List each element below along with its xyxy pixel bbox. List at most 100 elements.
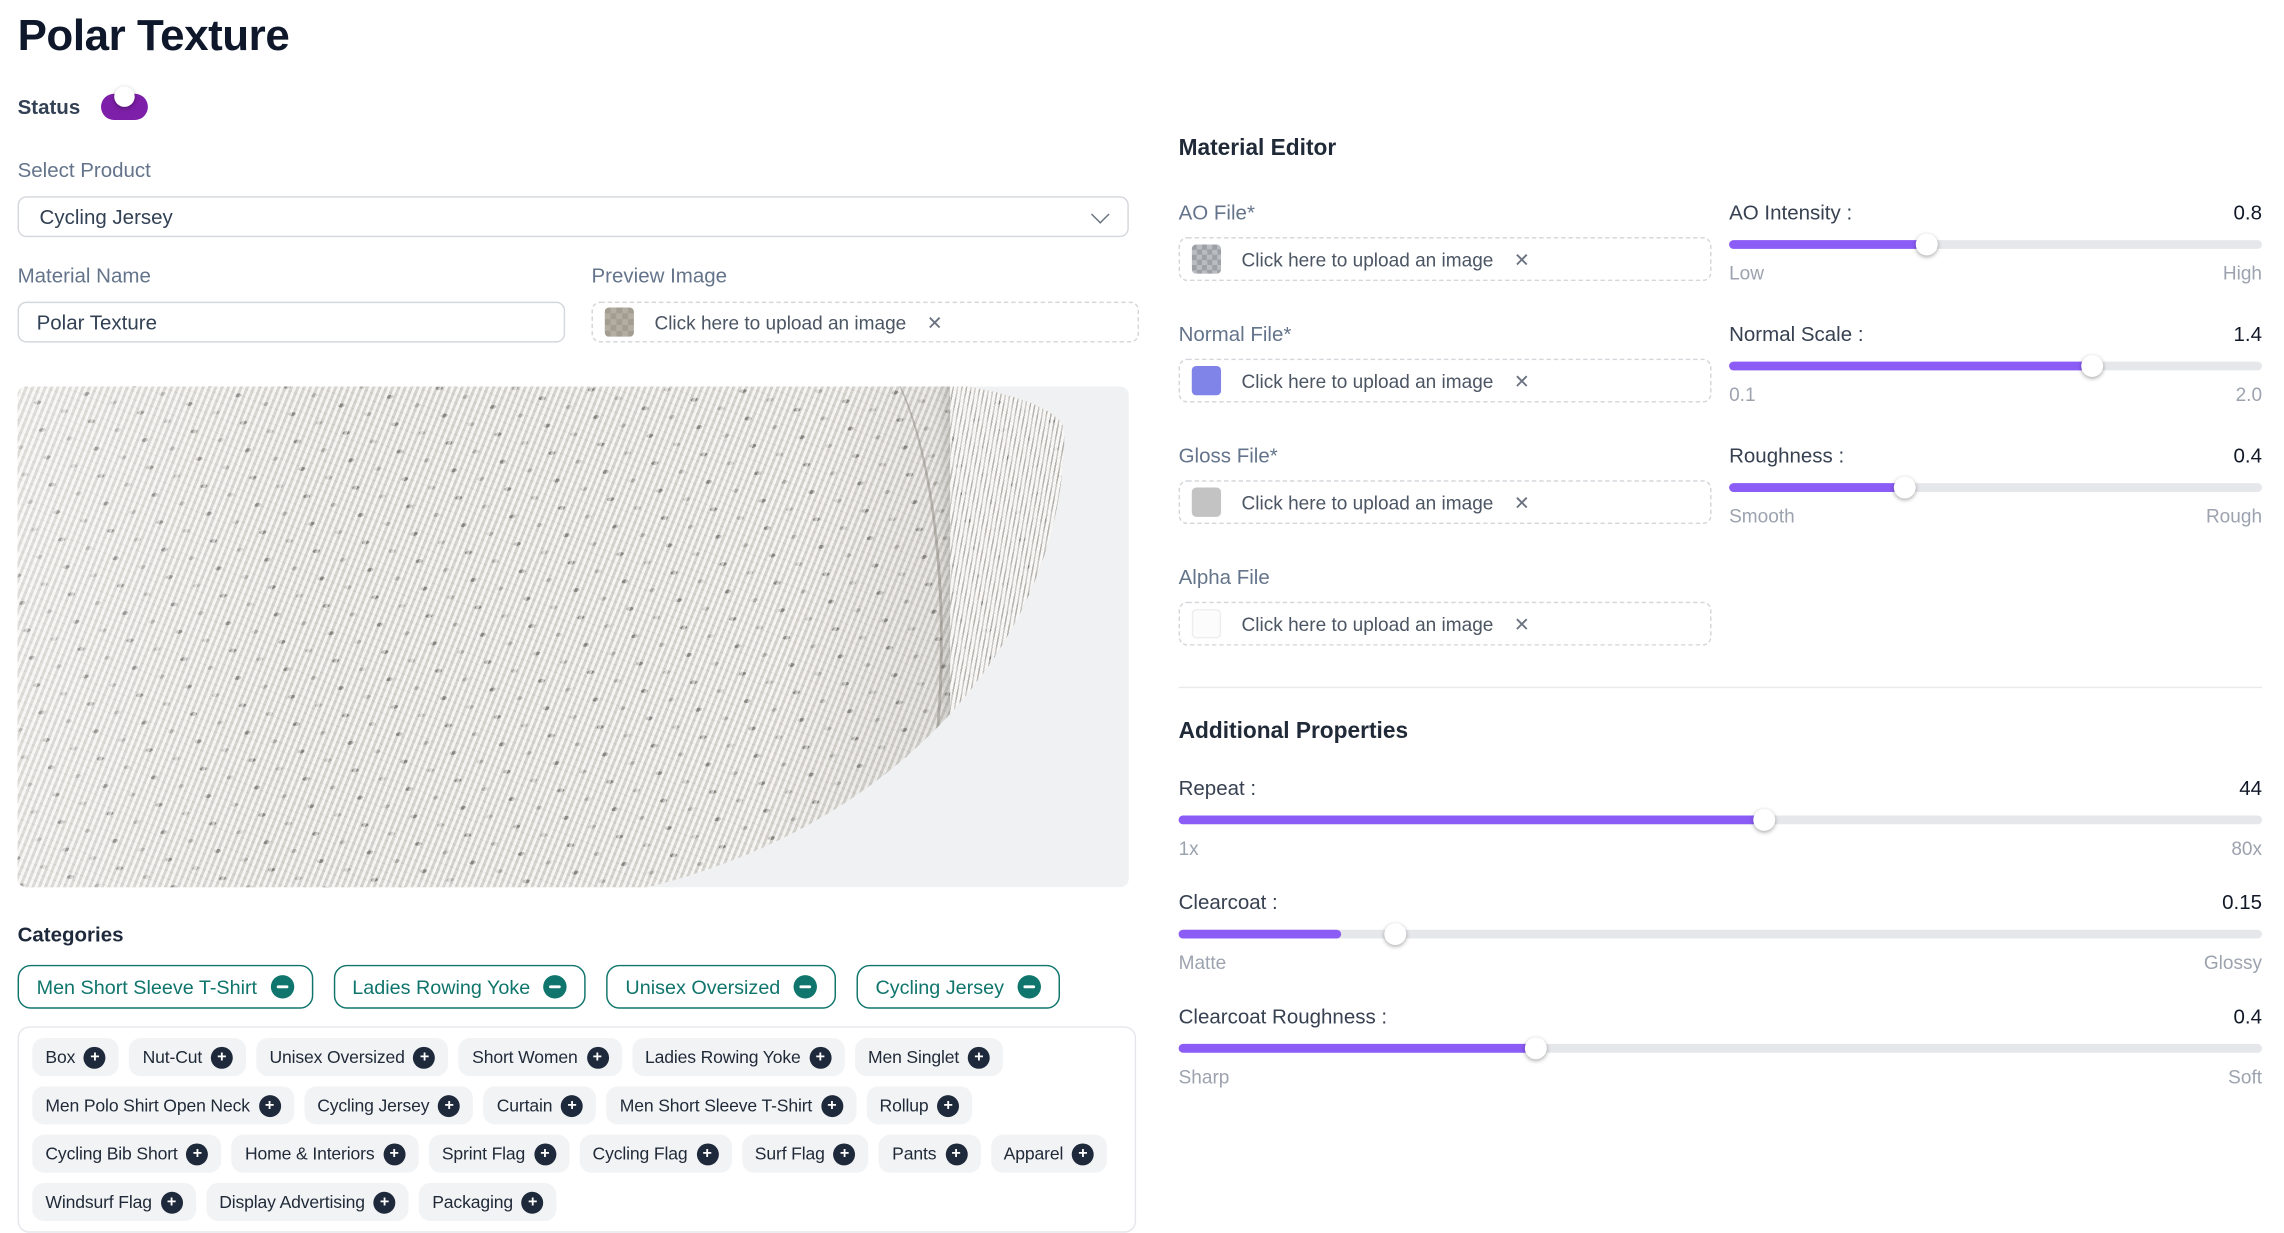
slider-head: Roughness :0.4 bbox=[1729, 444, 2262, 467]
close-icon[interactable]: ✕ bbox=[1514, 493, 1530, 512]
slider-fill bbox=[1729, 483, 1905, 492]
close-icon[interactable]: ✕ bbox=[927, 313, 943, 332]
file-upload-box[interactable]: Click here to upload an image✕ bbox=[1179, 480, 1712, 524]
minus-icon[interactable] bbox=[1017, 975, 1040, 998]
section-divider bbox=[1179, 687, 2262, 688]
plus-icon[interactable]: + bbox=[186, 1143, 208, 1165]
available-category-chip[interactable]: Cycling Bib Short+ bbox=[32, 1135, 221, 1173]
slider-track[interactable] bbox=[1179, 816, 2262, 825]
slider: Roughness :0.4SmoothRough bbox=[1729, 444, 2262, 527]
available-category-chip[interactable]: Curtain + bbox=[484, 1086, 597, 1124]
slider-head: Clearcoat Roughness :0.4 bbox=[1179, 1004, 2262, 1027]
selected-category-chip[interactable]: Ladies Rowing Yoke bbox=[333, 965, 586, 1009]
close-icon[interactable]: ✕ bbox=[1514, 614, 1530, 633]
slider-min-label: Low bbox=[1729, 262, 1764, 284]
material-name-input[interactable]: Polar Texture bbox=[18, 302, 566, 343]
plus-icon[interactable]: + bbox=[696, 1143, 718, 1165]
available-category-chip[interactable]: Packaging+ bbox=[419, 1183, 557, 1221]
available-category-chip[interactable]: Cycling Jersey + bbox=[304, 1086, 473, 1124]
chip-label: Cycling Jersey bbox=[317, 1095, 429, 1115]
plus-icon[interactable]: + bbox=[414, 1046, 436, 1068]
preview-thumbnail bbox=[605, 307, 634, 336]
slider-knob[interactable] bbox=[1525, 1037, 1547, 1059]
plus-icon[interactable]: + bbox=[259, 1094, 281, 1116]
minus-icon[interactable] bbox=[270, 975, 293, 998]
available-category-chip[interactable]: Sprint Flag+ bbox=[429, 1135, 569, 1173]
plus-icon[interactable]: + bbox=[809, 1046, 831, 1068]
plus-icon[interactable]: + bbox=[534, 1143, 556, 1165]
close-icon[interactable]: ✕ bbox=[1514, 371, 1530, 390]
slider-min-label: 1x bbox=[1179, 837, 1199, 859]
file-upload-box[interactable]: Click here to upload an image✕ bbox=[1179, 237, 1712, 281]
slider-knob[interactable] bbox=[1894, 477, 1916, 499]
slider-track[interactable] bbox=[1729, 240, 2262, 249]
plus-icon[interactable]: + bbox=[383, 1143, 405, 1165]
plus-icon[interactable]: + bbox=[561, 1094, 583, 1116]
selected-category-chip[interactable]: Men Short Sleeve T-Shirt bbox=[18, 965, 313, 1009]
material-file-row: AO File*Click here to upload an image✕ AO… bbox=[1179, 201, 2262, 284]
plus-icon[interactable]: + bbox=[1072, 1143, 1094, 1165]
plus-icon[interactable]: + bbox=[161, 1191, 183, 1213]
slider-label: Clearcoat Roughness : bbox=[1179, 1004, 1388, 1027]
plus-icon[interactable]: + bbox=[945, 1143, 967, 1165]
slider-knob[interactable] bbox=[1753, 809, 1775, 831]
available-category-chip[interactable]: Pants+ bbox=[879, 1135, 980, 1173]
slider-value: 44 bbox=[2239, 776, 2262, 799]
available-category-chip[interactable]: Windsurf Flag+ bbox=[32, 1183, 196, 1221]
slider-track[interactable] bbox=[1179, 1044, 2262, 1053]
status-toggle[interactable] bbox=[101, 94, 148, 120]
plus-icon[interactable]: + bbox=[374, 1191, 396, 1213]
chip-label: Curtain bbox=[497, 1095, 553, 1115]
selected-category-chip[interactable]: Unisex Oversized bbox=[606, 965, 836, 1009]
slider-knob[interactable] bbox=[2081, 355, 2103, 377]
plus-icon[interactable]: + bbox=[438, 1094, 460, 1116]
available-category-chip[interactable]: Nut-Cut + bbox=[129, 1038, 246, 1076]
available-category-chip[interactable]: Men Singlet+ bbox=[855, 1038, 1003, 1076]
plus-icon[interactable]: + bbox=[522, 1191, 544, 1213]
product-select[interactable]: Cycling Jersey bbox=[18, 196, 1129, 237]
slider-track[interactable] bbox=[1179, 930, 2262, 939]
available-category-chip[interactable]: Short Women+ bbox=[459, 1038, 622, 1076]
chip-label: Cycling Jersey bbox=[875, 976, 1004, 998]
available-category-chip[interactable]: Men Short Sleeve T-Shirt+ bbox=[607, 1086, 857, 1124]
available-category-chip[interactable]: Rollup+ bbox=[866, 1086, 972, 1124]
page: Polar Texture Status Select Product Cycl… bbox=[0, 0, 2284, 1141]
upload-column: AO File*Click here to upload an image✕ bbox=[1179, 201, 1712, 284]
plus-icon[interactable]: + bbox=[834, 1143, 856, 1165]
available-category-chip[interactable]: Apparel+ bbox=[991, 1135, 1108, 1173]
plus-icon[interactable]: + bbox=[968, 1046, 990, 1068]
slider-fill bbox=[1179, 816, 1764, 825]
chip-label: Nut-Cut bbox=[143, 1047, 203, 1067]
preview-image-upload[interactable]: Click here to upload an image ✕ bbox=[591, 302, 1139, 343]
plus-icon[interactable]: + bbox=[821, 1094, 843, 1116]
available-category-chip[interactable]: Home & Interiors+ bbox=[232, 1135, 419, 1173]
minus-icon[interactable] bbox=[793, 975, 816, 998]
plus-icon[interactable]: + bbox=[586, 1046, 608, 1068]
close-icon[interactable]: ✕ bbox=[1514, 250, 1530, 269]
plus-icon[interactable]: + bbox=[937, 1094, 959, 1116]
available-category-chip[interactable]: Display Advertising+ bbox=[206, 1183, 409, 1221]
file-upload-box[interactable]: Click here to upload an image✕ bbox=[1179, 602, 1712, 646]
name-preview-row: Material Name Polar Texture Preview Imag… bbox=[18, 264, 1137, 343]
slider-knob[interactable] bbox=[1915, 234, 1937, 256]
available-category-chip[interactable]: Cycling Flag+ bbox=[579, 1135, 731, 1173]
slider-track[interactable] bbox=[1729, 362, 2262, 371]
available-category-chip[interactable]: Box+ bbox=[32, 1038, 119, 1076]
file-upload-box[interactable]: Click here to upload an image ✕ bbox=[1179, 359, 1712, 403]
selected-category-chip[interactable]: Cycling Jersey bbox=[856, 965, 1059, 1009]
slider-label: Normal Scale : bbox=[1729, 322, 1863, 345]
plus-icon[interactable]: + bbox=[84, 1046, 106, 1068]
slider-label: AO Intensity : bbox=[1729, 201, 1852, 224]
slider-track[interactable] bbox=[1729, 483, 2262, 492]
available-category-chip[interactable]: Men Polo Shirt Open Neck+ bbox=[32, 1086, 294, 1124]
plus-icon[interactable]: + bbox=[211, 1046, 233, 1068]
available-category-chip[interactable]: Ladies Rowing Yoke+ bbox=[632, 1038, 845, 1076]
slider-minmax: LowHigh bbox=[1729, 262, 2262, 284]
slider-max-label: 2.0 bbox=[2236, 384, 2262, 406]
minus-icon[interactable] bbox=[543, 975, 566, 998]
upload-text: Click here to upload an image bbox=[1242, 370, 1494, 392]
slider-knob[interactable] bbox=[1384, 923, 1406, 945]
available-category-chip[interactable]: Surf Flag+ bbox=[742, 1135, 869, 1173]
slider-value: 1.4 bbox=[2234, 322, 2263, 345]
available-category-chip[interactable]: Unisex Oversized+ bbox=[256, 1038, 448, 1076]
